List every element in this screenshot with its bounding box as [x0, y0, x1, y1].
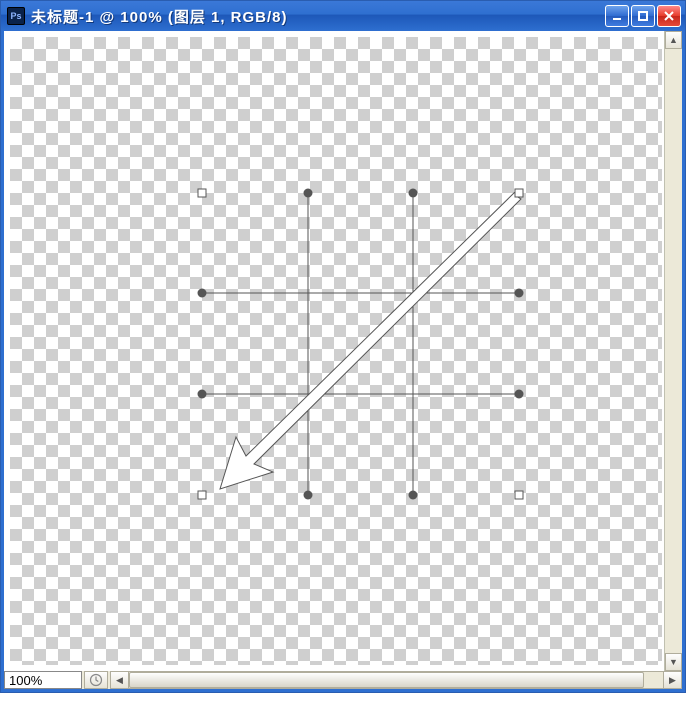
minimize-button[interactable] [605, 5, 629, 27]
free-transform-box[interactable] [198, 189, 523, 499]
scroll-right-button[interactable]: ▶ [663, 672, 681, 688]
minimize-icon [611, 10, 623, 22]
scroll-right-icon: ▶ [669, 675, 676, 686]
scale-arrow-icon [220, 191, 521, 489]
document-window: Ps 未标题-1 @ 100% (图层 1, RGB/8) [0, 0, 686, 693]
transform-handle-left-1[interactable] [198, 289, 207, 298]
scroll-down-button[interactable]: ▼ [665, 653, 682, 671]
transform-handle-bottom-1[interactable] [304, 491, 313, 500]
horizontal-scrollbar[interactable]: ◀ ▶ [110, 671, 682, 689]
transform-handle-left-2[interactable] [198, 390, 207, 399]
history-icon [89, 673, 103, 687]
transform-handle-br[interactable] [515, 491, 524, 500]
scroll-left-button[interactable]: ◀ [111, 672, 129, 688]
statusbar: 100% ◀ ▶ [1, 671, 685, 692]
transform-handle-tl[interactable] [198, 189, 207, 198]
vertical-scrollbar[interactable]: ▲ ▼ [664, 31, 682, 671]
window-title: 未标题-1 @ 100% (图层 1, RGB/8) [31, 6, 599, 27]
titlebar[interactable]: Ps 未标题-1 @ 100% (图层 1, RGB/8) [1, 1, 685, 31]
scroll-up-button[interactable]: ▲ [665, 31, 682, 49]
transform-handle-right-1[interactable] [515, 289, 524, 298]
close-icon [663, 10, 675, 22]
canvas-viewport[interactable]: ▲ ▼ [4, 31, 682, 671]
transform-handle-bottom-2[interactable] [409, 491, 418, 500]
close-button[interactable] [657, 5, 681, 27]
window-controls [605, 5, 681, 27]
transform-handle-bl[interactable] [198, 491, 207, 500]
transform-grid [198, 189, 523, 499]
scroll-down-icon: ▼ [669, 657, 678, 667]
doc-info-button[interactable] [84, 671, 108, 689]
scroll-up-icon: ▲ [669, 35, 678, 45]
hscroll-thumb[interactable] [129, 672, 644, 688]
transform-handle-top-1[interactable] [304, 189, 313, 198]
scroll-left-icon: ◀ [116, 675, 123, 686]
transform-handle-right-2[interactable] [515, 390, 524, 399]
transform-handle-top-2[interactable] [409, 189, 418, 198]
app-icon: Ps [7, 7, 25, 25]
transform-handle-tr[interactable] [515, 189, 524, 198]
maximize-icon [637, 10, 649, 22]
maximize-button[interactable] [631, 5, 655, 27]
zoom-input[interactable]: 100% [4, 671, 82, 689]
client-area: ▲ ▼ [1, 31, 685, 671]
